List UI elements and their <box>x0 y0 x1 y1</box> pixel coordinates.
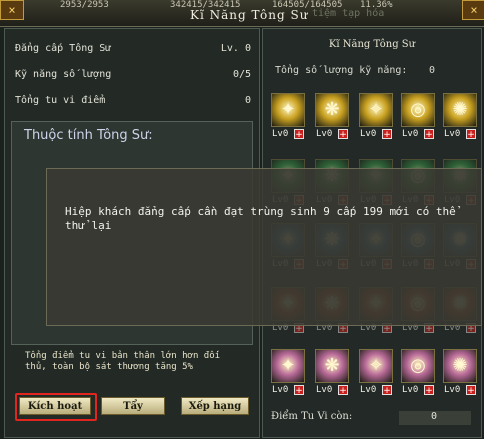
total-cultivation-row: Tổng tu vi điểm 0 <box>15 95 251 106</box>
skill-count-label: Kỹ năng số lượng <box>15 69 112 80</box>
skill-slot[interactable]: ❋ Lv0 + <box>315 349 353 399</box>
skill-icon[interactable]: ✺ <box>443 349 477 383</box>
skill-level-label: Lv0 <box>272 129 289 139</box>
skill-icon[interactable]: ✧ <box>359 93 393 127</box>
add-skill-icon[interactable]: + <box>424 385 434 396</box>
close-icon-left[interactable]: × <box>0 0 24 20</box>
add-skill-icon[interactable]: + <box>466 129 476 140</box>
window-title: Kĩ Năng Tông Sư <box>190 8 309 22</box>
skill-icon[interactable]: ✦ <box>271 93 305 127</box>
skill-level-label: Lv0 <box>316 385 333 395</box>
skill-icon[interactable]: ✦ <box>271 349 305 383</box>
skill-count-row: Kỹ năng số lượng 0/5 <box>15 69 251 80</box>
skill-level-label: Lv0 <box>360 385 377 395</box>
skill-icon[interactable]: ❋ <box>315 93 349 127</box>
skill-level-label: Lv0 <box>444 385 461 395</box>
skill-panel-title: Kĩ Năng Tông Sư <box>328 39 416 50</box>
add-skill-icon[interactable]: + <box>466 385 476 396</box>
add-skill-icon[interactable]: + <box>424 129 434 140</box>
bonus-description: Tổng điểm tu vi bản thân lớn hơn đối thủ… <box>25 351 221 372</box>
add-skill-icon[interactable]: + <box>338 129 348 140</box>
add-skill-icon[interactable]: + <box>338 385 348 396</box>
total-cultivation-value: 0 <box>244 95 251 106</box>
add-skill-icon[interactable]: + <box>382 129 392 140</box>
background-shop-text: tiệm tạp hóa <box>312 8 385 19</box>
attributes-title: Thuộc tính Tông Sư: <box>24 128 153 143</box>
skill-slot[interactable]: ✦ Lv0 + <box>271 93 309 143</box>
remaining-points-value: 0 <box>431 411 438 422</box>
skill-slot[interactable]: ✦ Lv0 + <box>271 349 309 399</box>
skill-level-label: Lv0 <box>402 385 419 395</box>
skill-slot[interactable]: ✺ Lv0 + <box>443 349 481 399</box>
skill-level-label: Lv0 <box>272 385 289 395</box>
skill-icon[interactable]: ◎ <box>401 349 435 383</box>
skill-icon[interactable]: ◎ <box>401 93 435 127</box>
wash-button[interactable]: Tẩy <box>101 397 165 415</box>
total-skills-value: 0 <box>429 65 436 76</box>
activate-button[interactable]: Kích hoạt <box>19 397 91 415</box>
ranking-button[interactable]: Xếp hạng <box>181 397 249 415</box>
close-button[interactable]: × <box>462 0 484 20</box>
skill-level-label: Lv0 <box>316 129 333 139</box>
total-skills-label: Tổng số lượng kỹ năng: <box>275 65 408 76</box>
total-cultivation-label: Tổng tu vi điểm <box>15 95 106 106</box>
skill-slot[interactable]: ✧ Lv0 + <box>359 93 397 143</box>
master-level-label: Đẳng cấp Tông Sư <box>15 43 112 54</box>
skill-icon[interactable]: ❋ <box>315 349 349 383</box>
master-level-value: Lv. 0 <box>220 43 251 54</box>
skill-icon[interactable]: ✧ <box>359 349 393 383</box>
skill-level-label: Lv0 <box>360 129 377 139</box>
skill-level-label: Lv0 <box>402 129 419 139</box>
requirement-dialog: Hiệp khách đẳng cấp cần đạt trùng sinh 9… <box>46 168 482 326</box>
dialog-message: Hiệp khách đẳng cấp cần đạt trùng sinh 9… <box>65 205 456 232</box>
skill-slot[interactable]: ◎ Lv0 + <box>401 349 439 399</box>
add-skill-icon[interactable]: + <box>294 129 304 140</box>
add-skill-icon[interactable]: + <box>382 385 392 396</box>
skill-level-label: Lv0 <box>444 129 461 139</box>
master-level-row: Đẳng cấp Tông Sư Lv. 0 <box>15 43 251 54</box>
skill-icon[interactable]: ✺ <box>443 93 477 127</box>
hp-stat: 2953/2953 <box>60 0 109 10</box>
remaining-points-label: Điểm Tu Vi còn: <box>271 411 353 422</box>
skill-count-value: 0/5 <box>232 69 251 80</box>
skill-slot[interactable]: ❋ Lv0 + <box>315 93 353 143</box>
top-bar: × 2953/2953 342415/342415 164505/164505 … <box>0 0 484 27</box>
skill-slot[interactable]: ◎ Lv0 + <box>401 93 439 143</box>
add-skill-icon[interactable]: + <box>294 385 304 396</box>
skill-slot[interactable]: ✺ Lv0 + <box>443 93 481 143</box>
skill-slot[interactable]: ✧ Lv0 + <box>359 349 397 399</box>
